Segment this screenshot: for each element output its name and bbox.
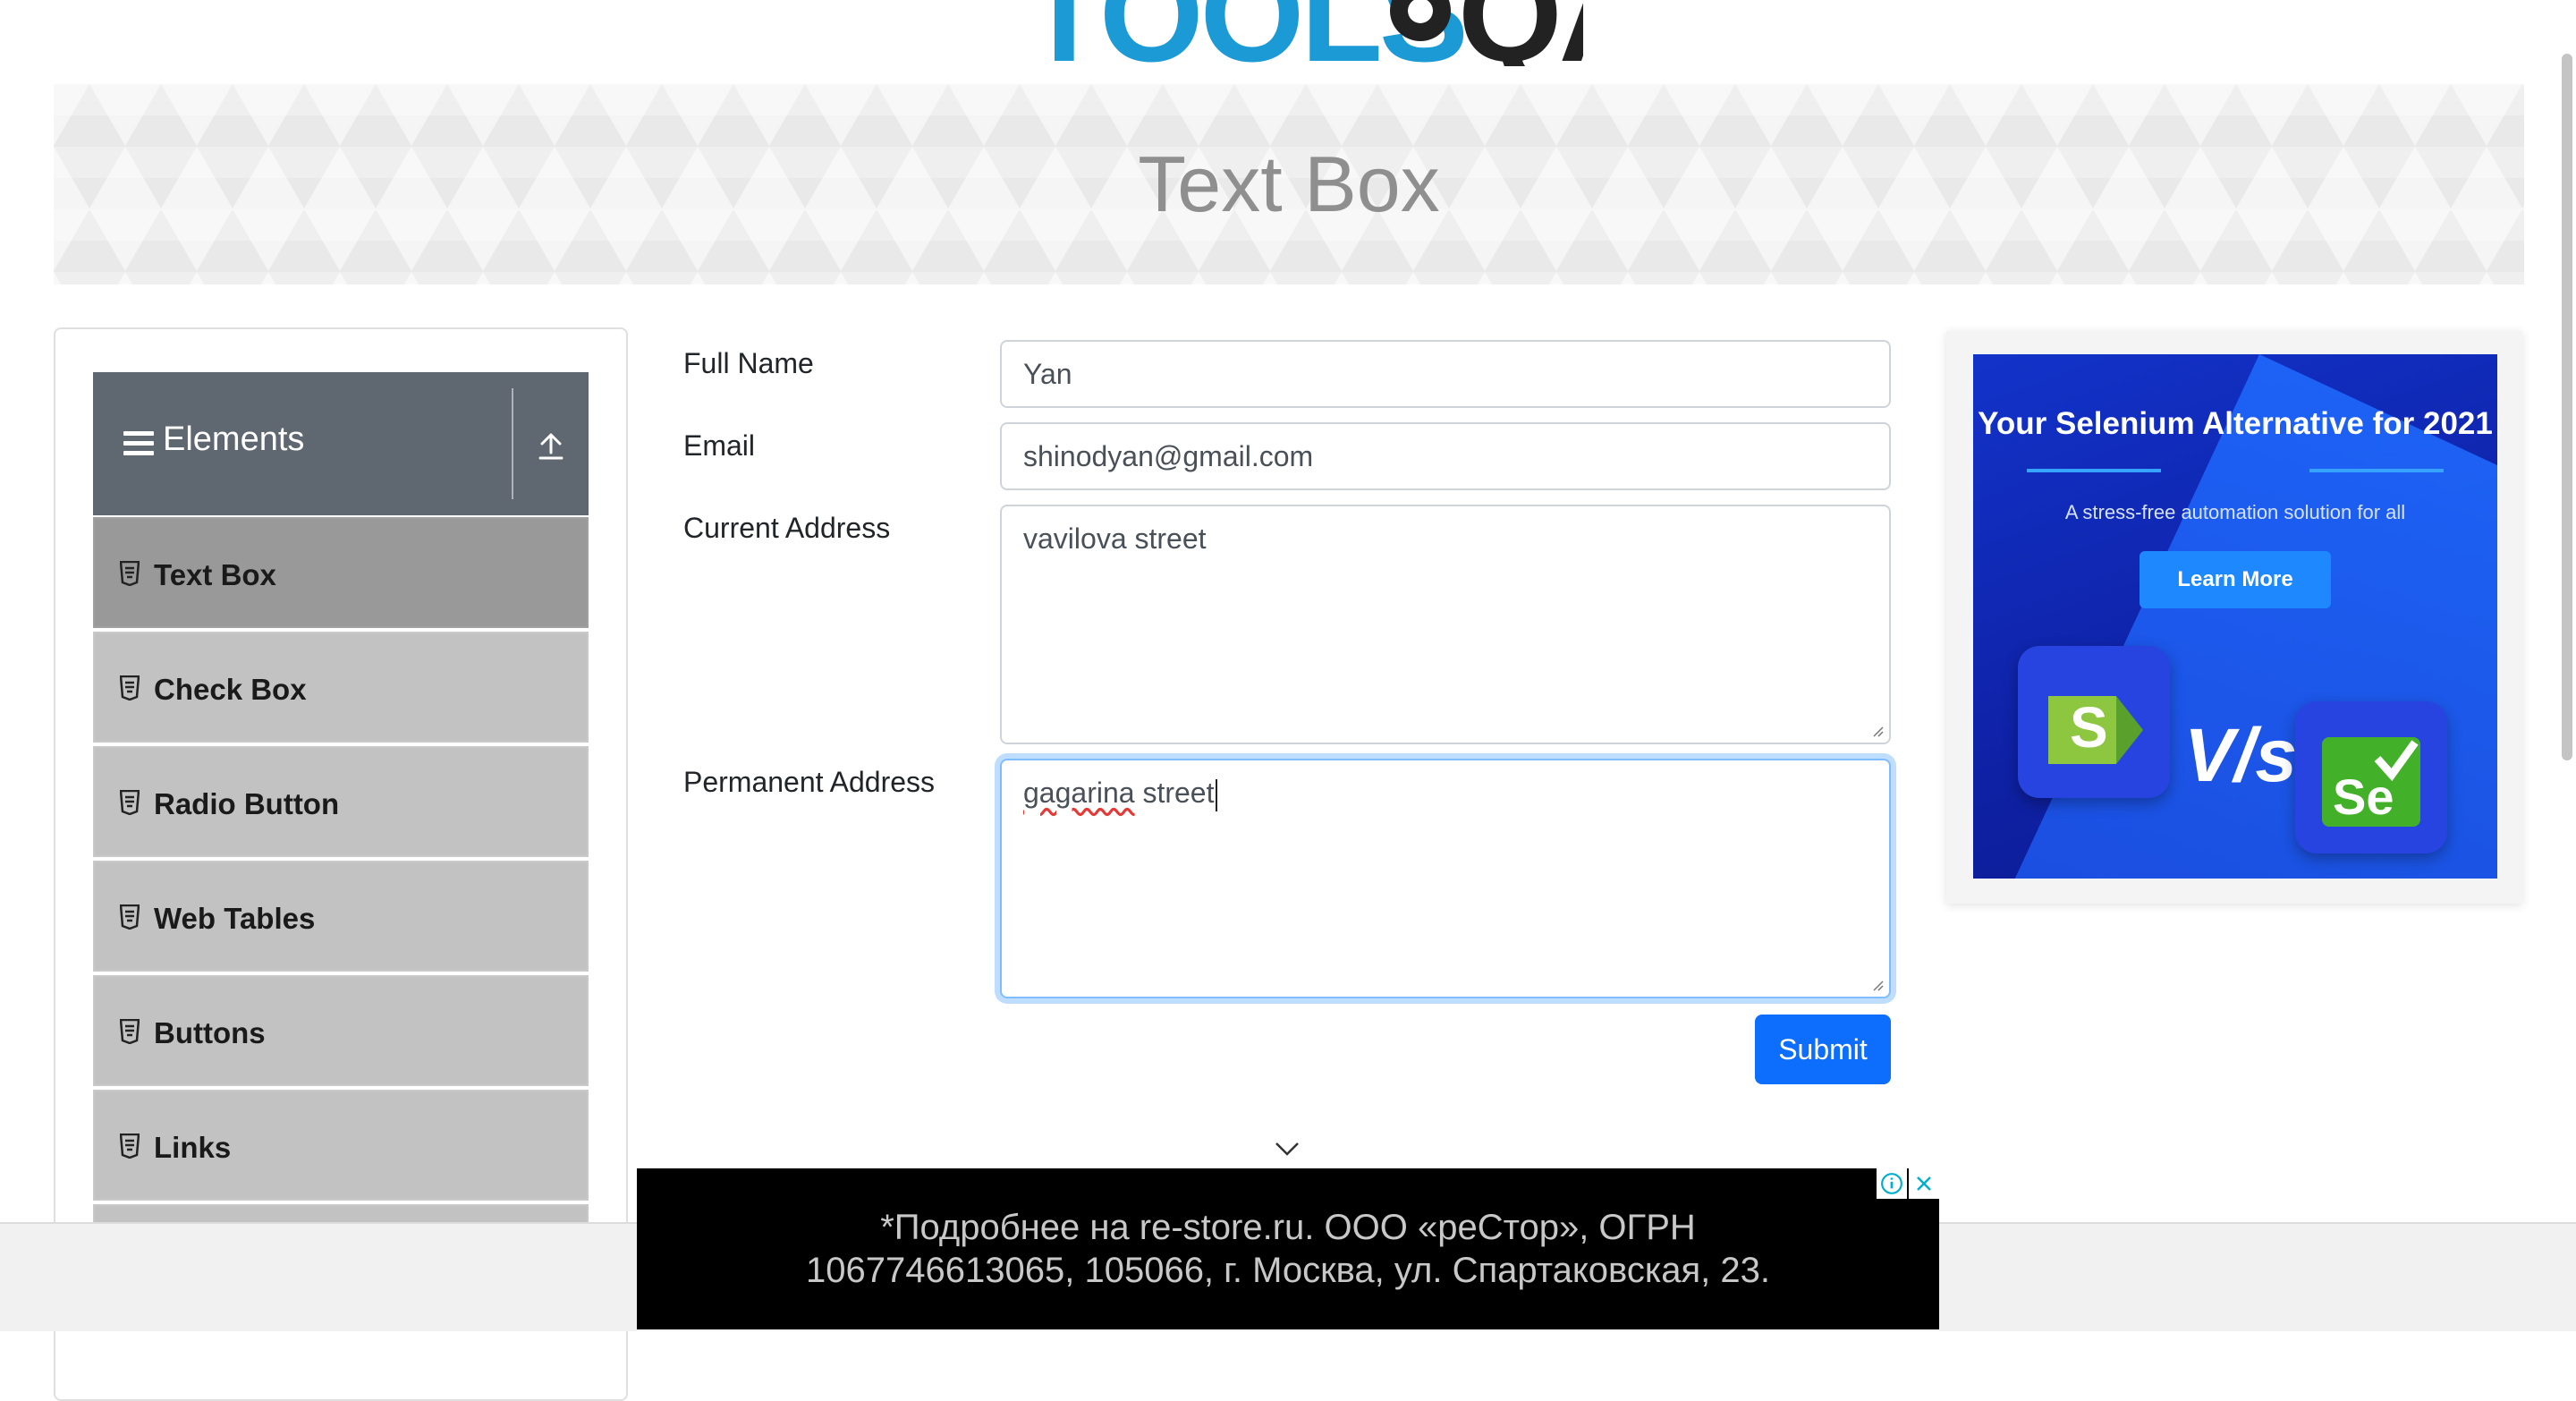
- logo-text-right: QA: [1458, 0, 1583, 66]
- bottom-ad-line-2: 1067746613065, 105066, г. Москва, ул. Сп…: [806, 1251, 1770, 1290]
- html5-icon: [120, 790, 140, 815]
- permanent-address-value-rest: street: [1134, 777, 1215, 809]
- page-scrollbar-thumb[interactable]: [2562, 54, 2572, 760]
- permanent-address-value-misspelled: gagarina: [1023, 777, 1135, 809]
- sidebar-item-label: Check Box: [154, 673, 307, 706]
- permanent-address-label: Permanent Address: [683, 766, 936, 798]
- ad-controls: [1875, 1168, 1939, 1199]
- elements-menu: Text Box Check Box Radio Button Web Tabl…: [93, 517, 589, 1319]
- header-divider: [512, 388, 513, 499]
- html5-icon: [120, 904, 140, 930]
- full-name-input[interactable]: Yan: [1000, 340, 1891, 408]
- selenium-alternative-ad[interactable]: Your Selenium Alternative for 2021 A str…: [1973, 354, 2497, 879]
- ad-rule-right: [2309, 469, 2444, 472]
- email-input[interactable]: shinodyan@gmail.com: [1000, 422, 1891, 490]
- full-name-value: Yan: [1023, 358, 1072, 390]
- learn-more-button[interactable]: Learn More: [2140, 551, 2331, 608]
- sidebar-item-buttons[interactable]: Buttons: [93, 975, 589, 1086]
- current-address-textarea[interactable]: vavilova street: [1000, 505, 1891, 744]
- sidebar-item-web-tables[interactable]: Web Tables: [93, 861, 589, 972]
- chevron-down-icon[interactable]: [1274, 1140, 1301, 1158]
- katalon-logo-letter: S: [2070, 695, 2108, 760]
- sidebar-item-radio-button[interactable]: Radio Button: [93, 746, 589, 857]
- hamburger-icon: [123, 431, 154, 456]
- ad-close-icon[interactable]: [1909, 1168, 1939, 1199]
- resize-grip-icon[interactable]: [1869, 977, 1884, 991]
- html5-icon: [120, 675, 140, 700]
- sidebar-item-label: Radio Button: [154, 787, 340, 820]
- bottom-ad-text: *Подробнее на re-store.ru. ООО «реСтор»,…: [637, 1206, 1939, 1292]
- full-name-label: Full Name: [683, 347, 814, 379]
- page-header-banner: Text Box: [54, 84, 2524, 284]
- sidebar-item-label: Links: [154, 1131, 232, 1164]
- bottom-ad-line-1: *Подробнее на re-store.ru. ООО «реСтор»,…: [880, 1208, 1696, 1247]
- email-value: shinodyan@gmail.com: [1023, 440, 1314, 472]
- sidebar-item-text-box[interactable]: Text Box: [93, 517, 589, 628]
- site-logo[interactable]: TOOLS QA: [1011, 0, 1583, 66]
- current-address-label: Current Address: [683, 512, 891, 544]
- resize-grip-icon[interactable]: [1869, 723, 1884, 737]
- sidebar-item-label: Web Tables: [154, 902, 316, 935]
- submit-button[interactable]: Submit: [1755, 1015, 1891, 1084]
- sidebar-item-label: Buttons: [154, 1016, 266, 1049]
- ad-info-icon[interactable]: [1877, 1168, 1907, 1199]
- current-address-value: vavilova street: [1023, 522, 1207, 555]
- html5-icon: [120, 561, 140, 586]
- sidebar-item-links[interactable]: Links: [93, 1090, 589, 1201]
- selenium-logo-letters: Se: [2333, 768, 2394, 825]
- sidebar-item-label: Text Box: [154, 558, 276, 591]
- group-title: Elements: [163, 420, 305, 458]
- bottom-banner-ad[interactable]: *Подробнее на re-store.ru. ООО «реСтор»,…: [637, 1168, 1939, 1329]
- permanent-address-textarea[interactable]: gagarina street: [1000, 759, 1891, 998]
- html5-icon: [120, 1019, 140, 1044]
- versus-text: V/s: [2184, 713, 2298, 797]
- gear-icon: [1390, 0, 1451, 41]
- email-label: Email: [683, 429, 756, 462]
- ad-rule-left: [2027, 469, 2161, 472]
- ad-headline: Your Selenium Alternative for 2021: [1978, 406, 2493, 441]
- text-caret: [1216, 778, 1218, 811]
- sidebar-item-check-box[interactable]: Check Box: [93, 632, 589, 743]
- page-title: Text Box: [1138, 140, 1440, 228]
- selenium-logo-tile: Se: [2295, 701, 2447, 853]
- html5-icon: [120, 1134, 140, 1159]
- ad-subline: A stress-free automation solution for al…: [2064, 501, 2406, 523]
- katalon-logo-tile: S: [2018, 646, 2170, 798]
- elements-group-header[interactable]: Elements: [93, 372, 589, 515]
- collapse-up-icon[interactable]: [535, 429, 567, 462]
- right-ad-frame: Your Selenium Alternative for 2021 A str…: [1946, 331, 2522, 904]
